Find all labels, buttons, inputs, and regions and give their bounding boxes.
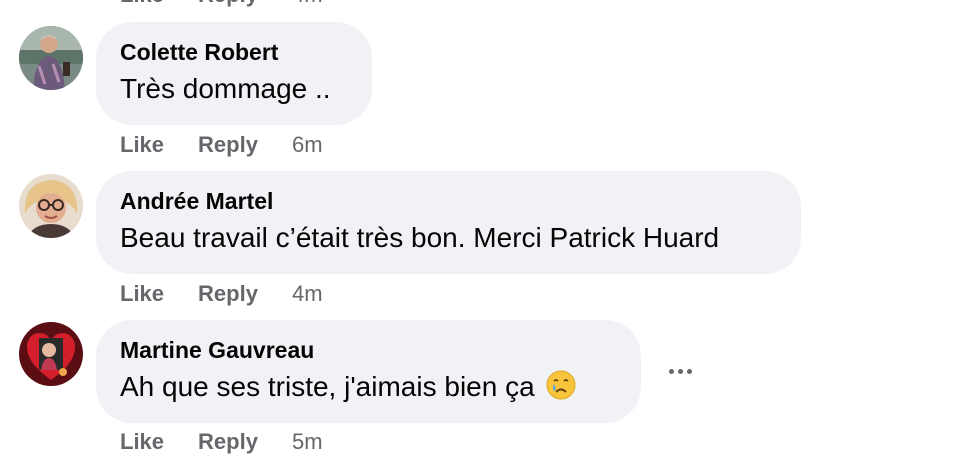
comment-text: Très dommage ..	[120, 73, 331, 104]
timestamp[interactable]: 6m	[292, 132, 323, 158]
previous-comment-actions: Like Reply 4m	[120, 0, 323, 8]
like-button[interactable]: Like	[120, 132, 164, 158]
comment-author[interactable]: Colette Robert	[120, 38, 348, 66]
comment-actions: Like Reply 6m	[120, 132, 323, 158]
like-button[interactable]: Like	[120, 429, 164, 455]
comment-text: Beau travail c’était très bon. Merci Pat…	[120, 222, 720, 253]
avatar[interactable]	[19, 26, 83, 90]
comment-text-content: Ah que ses triste, j'aimais bien ça	[120, 371, 535, 402]
avatar[interactable]	[19, 174, 83, 238]
timestamp[interactable]: 4m	[292, 281, 323, 307]
reply-button[interactable]: Reply	[198, 429, 258, 455]
comment-bubble: Colette Robert Très dommage ..	[96, 22, 372, 125]
timestamp[interactable]: 5m	[292, 429, 323, 455]
comment-actions: Like Reply 5m	[120, 429, 323, 455]
timestamp[interactable]: 4m	[292, 0, 323, 8]
avatar[interactable]	[19, 322, 83, 386]
reply-button[interactable]: Reply	[198, 281, 258, 307]
like-button[interactable]: Like	[120, 0, 164, 8]
comment-actions: Like Reply 4m	[120, 281, 323, 307]
reply-button[interactable]: Reply	[198, 0, 258, 8]
more-options-button[interactable]	[665, 364, 695, 378]
comment-author[interactable]: Andrée Martel	[120, 187, 777, 215]
like-button[interactable]: Like	[120, 281, 164, 307]
comment-bubble: Martine Gauvreau Ah que ses triste, j'ai…	[96, 320, 641, 423]
comment-author[interactable]: Martine Gauvreau	[120, 336, 617, 364]
comment-text: Ah que ses triste, j'aimais bien ça	[120, 370, 617, 408]
reply-button[interactable]: Reply	[198, 132, 258, 158]
crying-face-icon	[546, 370, 576, 408]
comment-bubble: Andrée Martel Beau travail c’était très …	[96, 171, 801, 274]
